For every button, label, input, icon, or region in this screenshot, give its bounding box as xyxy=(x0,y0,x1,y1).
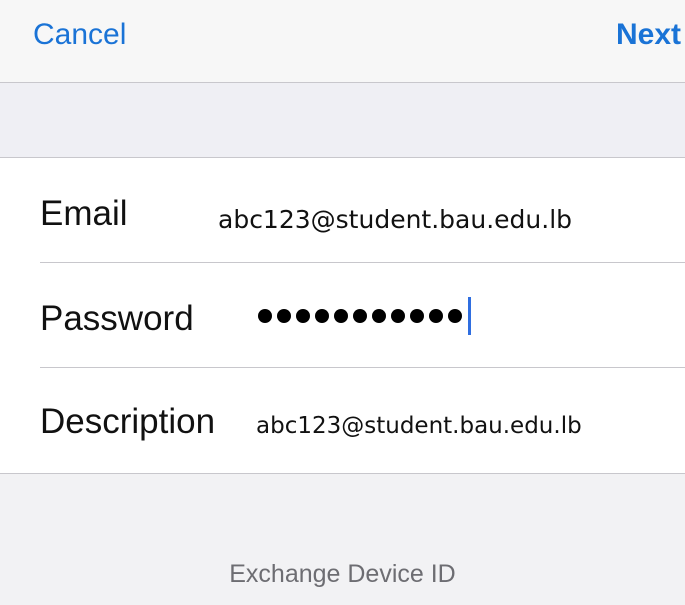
password-dot xyxy=(448,308,462,323)
password-dot xyxy=(353,308,367,323)
email-label: Email xyxy=(40,194,128,233)
email-row[interactable]: Email abc123@student.bau.edu.lb xyxy=(0,158,685,263)
navigation-bar: Cancel Next xyxy=(0,0,685,83)
section-spacer xyxy=(0,83,685,158)
text-caret xyxy=(468,296,471,335)
password-dot xyxy=(296,308,310,323)
password-dot xyxy=(391,308,405,323)
password-dot xyxy=(372,308,386,323)
next-button[interactable]: Next xyxy=(616,18,681,52)
email-field[interactable]: abc123@student.bau.edu.lb xyxy=(218,205,572,234)
description-row[interactable]: Description abc123@student.bau.edu.lb xyxy=(0,368,685,473)
description-field[interactable]: abc123@student.bau.edu.lb xyxy=(256,413,582,439)
password-field[interactable] xyxy=(258,263,471,368)
exchange-device-id-label: Exchange Device ID xyxy=(229,560,456,588)
password-dot xyxy=(410,308,424,323)
password-label: Password xyxy=(40,299,194,338)
password-dot xyxy=(315,308,329,323)
account-form: Email abc123@student.bau.edu.lb Password… xyxy=(0,158,685,474)
password-mask xyxy=(258,308,467,323)
password-dot xyxy=(429,308,443,323)
description-label: Description xyxy=(40,402,216,441)
password-row[interactable]: Password xyxy=(0,263,685,368)
password-dot xyxy=(277,308,291,323)
cancel-button[interactable]: Cancel xyxy=(33,18,126,52)
password-dot xyxy=(258,308,272,323)
password-dot xyxy=(334,308,348,323)
